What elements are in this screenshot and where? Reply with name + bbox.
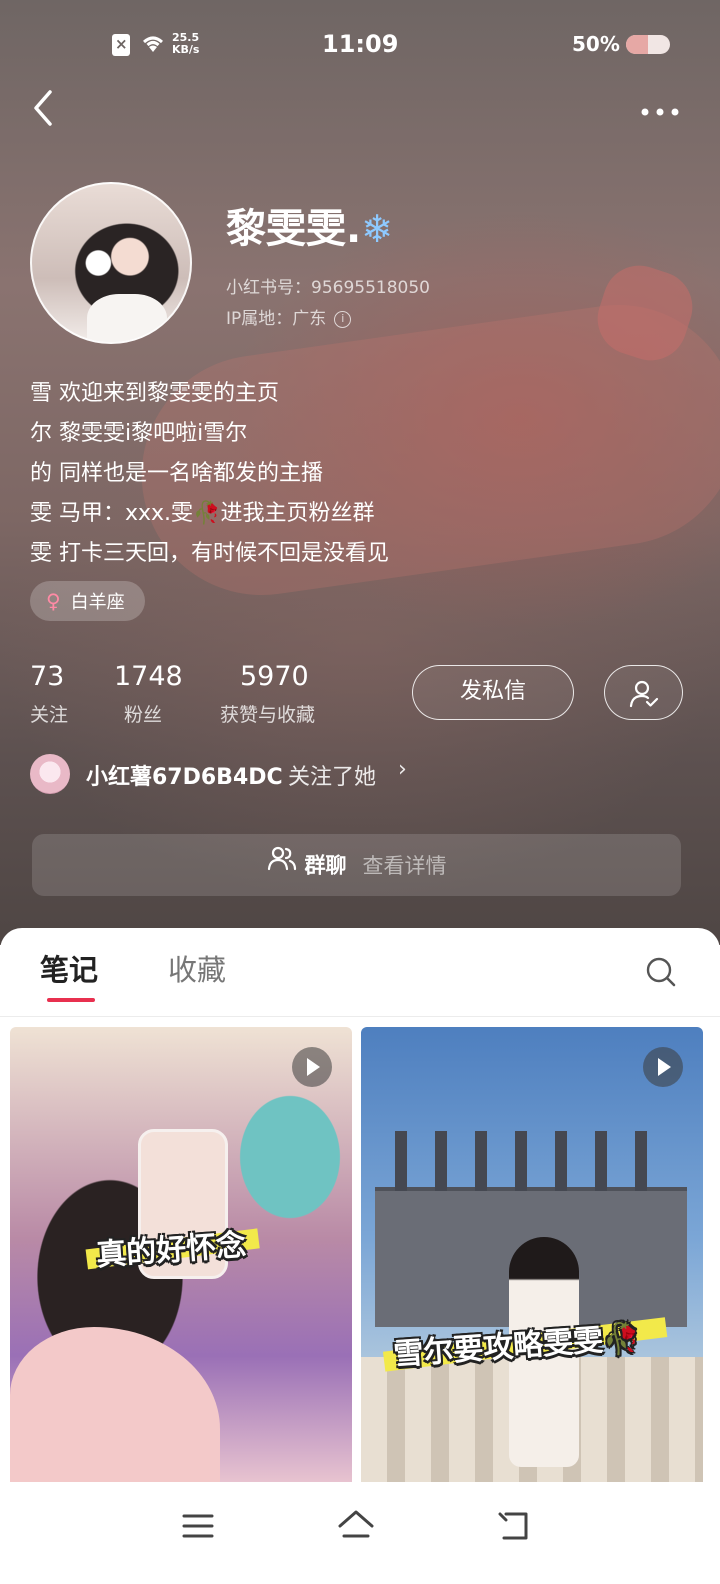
system-nav-bar (0, 1482, 720, 1584)
back-chevron-icon[interactable] (30, 88, 66, 128)
bio-line: 雯 马甲：xxx.雯🥀进我主页粉丝群 (30, 501, 375, 526)
battery-percent: 50% (572, 32, 620, 56)
bio-line: 雪 欢迎来到黎雯雯的主页 (30, 381, 279, 406)
avatar (30, 754, 70, 794)
avatar-figure (87, 294, 167, 342)
ip-location-text: IP属地：广东 (226, 309, 327, 329)
note-card[interactable]: 真的好怀念 (10, 1027, 352, 1497)
following-count: 73 (30, 661, 65, 692)
clock: 11:09 (322, 30, 399, 58)
profile-header-background: 25.5 KB/s 11:09 50% 黎雯雯.❄ 小红书号：956955180… (0, 0, 720, 945)
stat-followers[interactable]: 1748 粉丝 (114, 660, 183, 727)
zodiac-tag-label: 白羊座 (70, 592, 125, 613)
following-label: 关注 (30, 704, 69, 726)
group-icon (267, 835, 297, 897)
play-icon (292, 1047, 332, 1087)
zodiac-tag: ♀ 白羊座 (30, 581, 145, 621)
followers-count: 1748 (114, 661, 183, 692)
bio-line: 的 同样也是一名啥都发的主播 (30, 461, 323, 486)
tab-notes[interactable]: 笔记 (40, 950, 98, 990)
group-chat-detail: 查看详情 (362, 853, 447, 878)
group-chat-label: 群聊 (304, 853, 347, 878)
likes-label: 获赞与收藏 (220, 704, 316, 726)
stat-likes[interactable]: 5970 获赞与收藏 (220, 660, 315, 727)
more-dots-icon[interactable] (640, 96, 680, 120)
bio-line: 尔 黎雯雯i黎吧啦i雪尔 (30, 421, 248, 446)
follow-button[interactable] (604, 665, 683, 720)
network-speed: 25.5 KB/s (172, 32, 199, 56)
info-icon[interactable]: i (334, 310, 352, 328)
profile-name: 黎雯雯.❄ (226, 196, 393, 254)
bio: 雪 欢迎来到黎雯雯的主页 尔 黎雯雯i黎吧啦i雪尔 的 同样也是一名啥都发的主播… (30, 374, 690, 574)
user-check-icon (629, 680, 659, 708)
mutual-follow-text: 关注了她 (288, 765, 377, 790)
avatar[interactable] (30, 182, 192, 344)
chevron-right-icon: › (398, 757, 407, 782)
note-thumbnail-shape (10, 1327, 220, 1497)
network-speed-unit: KB/s (172, 43, 200, 56)
likes-count: 5970 (240, 661, 309, 692)
note-card[interactable]: 雪尔要攻略雯雯🥀 (361, 1027, 703, 1497)
play-icon (643, 1047, 683, 1087)
red-id[interactable]: 小红书号：95695518050 (226, 273, 430, 298)
group-chat-bar[interactable]: 群聊 查看详情 (32, 834, 681, 896)
home-icon[interactable] (336, 1506, 376, 1546)
bio-line: 雯 打卡三天回，有时候不回是没看见 (30, 541, 389, 566)
back-icon[interactable] (494, 1506, 534, 1546)
send-message-button[interactable]: 发私信 (412, 665, 574, 720)
snowflake-icon: ❄ (361, 207, 394, 251)
status-bar: 25.5 KB/s 11:09 50% (0, 0, 720, 90)
divider (0, 1016, 720, 1017)
profile-name-text: 黎雯雯. (226, 206, 362, 252)
tab-collections[interactable]: 收藏 (168, 950, 226, 990)
active-tab-indicator (47, 998, 95, 1002)
battery-fill (626, 35, 648, 54)
wifi-icon (140, 32, 166, 60)
battery-icon (626, 35, 670, 54)
search-icon[interactable] (645, 956, 677, 988)
ip-location[interactable]: IP属地：广东 i (226, 304, 352, 329)
followers-label: 粉丝 (124, 704, 163, 726)
female-icon: ♀ (46, 589, 61, 613)
mutual-follow-user: 小红薯67D6B4DC (86, 765, 283, 790)
menu-icon[interactable] (178, 1506, 218, 1546)
no-sim-icon (112, 34, 130, 56)
stat-following[interactable]: 73 关注 (30, 660, 68, 727)
